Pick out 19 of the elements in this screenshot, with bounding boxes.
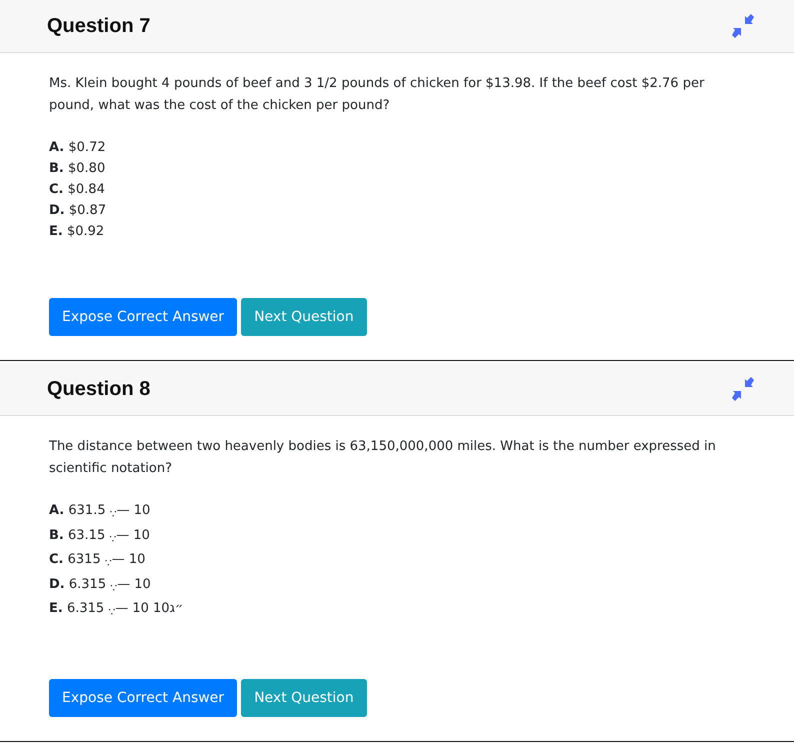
next-question-button[interactable]: Next Question	[241, 298, 367, 336]
answer-option: A. 631.5 $_{∵}$— 10	[49, 500, 746, 525]
answer-option: C. $0.84	[49, 179, 746, 200]
expose-answer-button[interactable]: Expose Correct Answer	[49, 298, 238, 336]
answer-option: A. $0.72	[49, 137, 746, 158]
answer-option: B. $0.80	[49, 158, 746, 179]
question-title: Question 7	[47, 14, 150, 38]
answer-option: C. 6315 $_{∵}$— 10	[49, 549, 746, 574]
collapse-icon[interactable]	[730, 376, 756, 402]
question-text: Ms. Klein bought 4 pounds of beef and 3 1/2 pounds of chicken for $13.98. If the beef cost $2.76 per pound, what was the cost of the chicken per pound?	[49, 75, 706, 115]
answer-option: E. $0.92	[49, 221, 746, 242]
expose-answer-button[interactable]: Expose Correct Answer	[49, 678, 238, 717]
question-title: Question 8	[47, 378, 150, 400]
answer-option: B. 63.15 $_{∵}$— 10	[49, 524, 746, 550]
next-question-button[interactable]: Next Question	[241, 678, 367, 717]
question-text: The distance between two heavenly bodies is 63,150,000,000 miles. What is the number expressed in scientific notation?	[49, 438, 717, 478]
collapse-icon[interactable]	[730, 13, 756, 39]
answer-option: D. $0.87	[49, 200, 746, 221]
answer-option: D. 6.315 $_{∵}$— 10	[49, 574, 746, 598]
